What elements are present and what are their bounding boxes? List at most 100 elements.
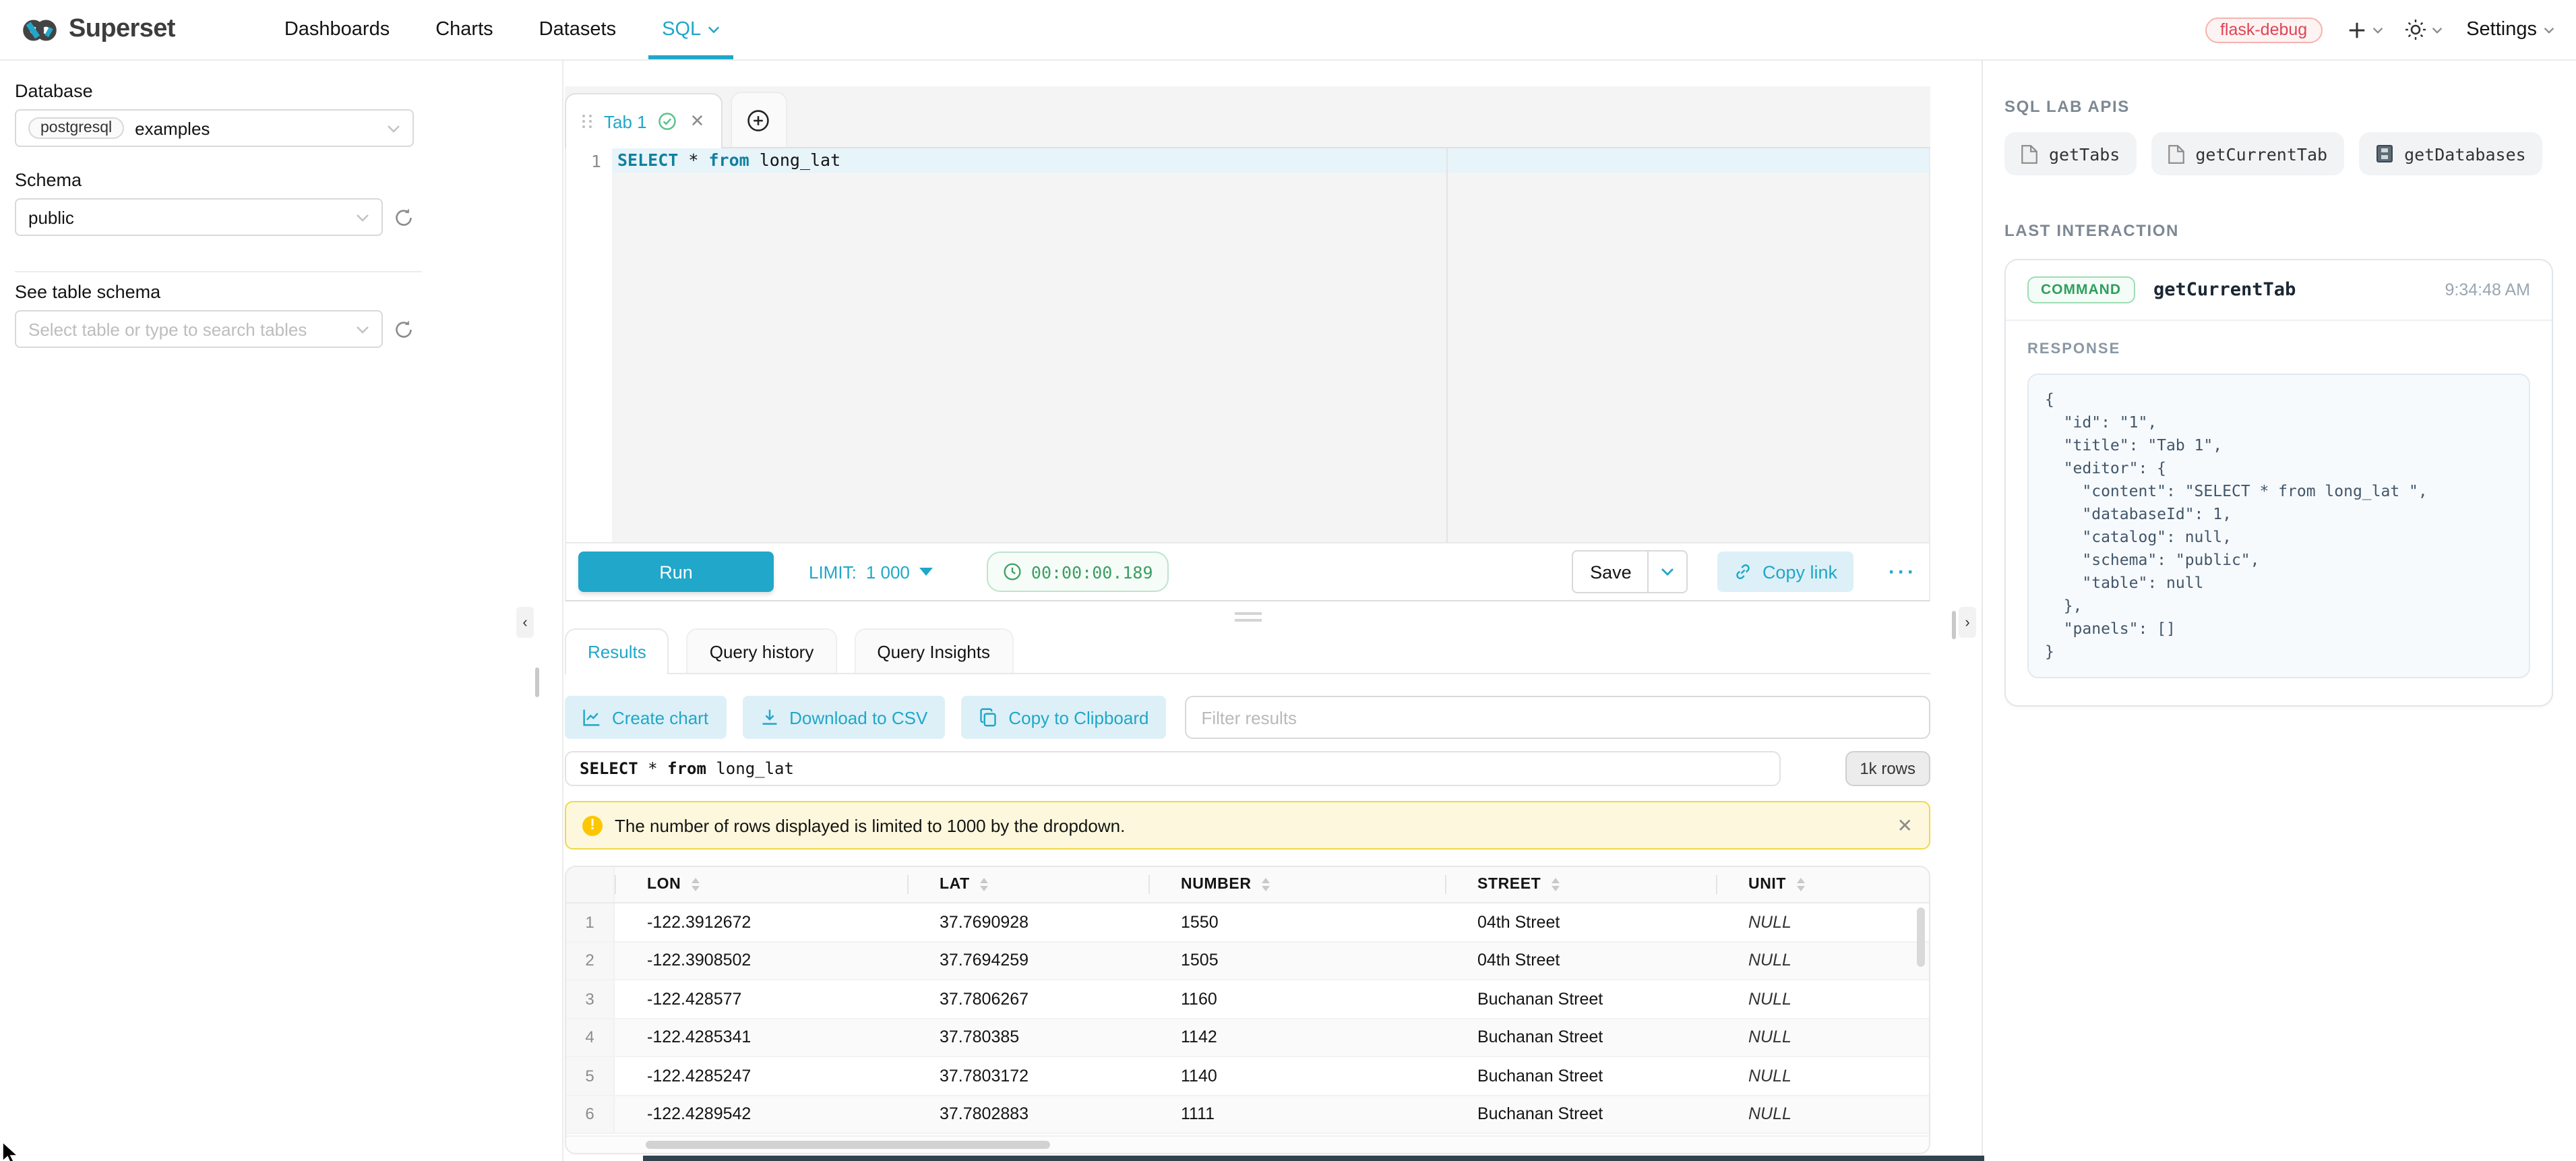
superset-sql-lab: Superset Dashboards Charts Datasets SQL … — [0, 0, 2576, 1161]
warning-icon: ! — [582, 815, 603, 835]
column-header-unit[interactable]: UNIT — [1716, 867, 1929, 902]
chevron-down-icon — [356, 212, 369, 222]
executed-sql: SELECT * from long_lat — [565, 751, 1781, 786]
limit-dropdown[interactable]: LIMIT: 1 000 — [809, 562, 933, 582]
elapsed-timer: 00:00:00.189 — [987, 552, 1169, 592]
row-index: 1 — [566, 903, 615, 941]
schema-value: public — [28, 207, 356, 227]
row-index: 5 — [566, 1057, 615, 1094]
sql-statement: SELECT * from long_lat — [617, 150, 840, 171]
table-cell: -122.4289542 — [615, 1096, 907, 1133]
editor-tabbar: Tab 1 ✕ — [565, 86, 1930, 148]
copy-to-clipboard-button[interactable]: Copy to Clipboard — [961, 696, 1166, 739]
column-header-lon[interactable]: LON — [615, 867, 907, 902]
sort-icon[interactable] — [1262, 878, 1270, 891]
tab-query-history[interactable]: Query history — [687, 628, 837, 673]
nav-datasets[interactable]: Datasets — [516, 0, 639, 59]
table-select[interactable]: Select table or type to search tables — [15, 310, 383, 348]
nav-charts[interactable]: Charts — [412, 0, 516, 59]
sidebar-scrollbar[interactable] — [535, 667, 539, 697]
get-databases-button[interactable]: getDatabases — [2358, 132, 2542, 175]
chevron-down-icon — [387, 123, 400, 133]
get-current-tab-button[interactable]: getCurrentTab — [2151, 132, 2343, 175]
column-header-street[interactable]: STREET — [1445, 867, 1716, 902]
table-row: 2-122.390850237.7694259150504th StreetNU… — [566, 942, 1929, 980]
sort-icon[interactable] — [1552, 878, 1560, 891]
row-limit-warning: ! The number of rows displayed is limite… — [565, 801, 1930, 850]
database-engine-tag: postgresql — [28, 117, 124, 139]
table-header-row: LONLATNUMBERSTREETUNIT — [566, 867, 1929, 903]
table-row: 4-122.428534137.7803851142Buchanan Stree… — [566, 1019, 1929, 1057]
pane-resize-handle[interactable] — [565, 601, 1930, 628]
create-chart-button[interactable]: Create chart — [565, 696, 726, 739]
table-cell: 04th Street — [1445, 903, 1716, 941]
plus-circle-icon — [747, 109, 770, 131]
close-warning-icon[interactable]: ✕ — [1897, 814, 1913, 837]
table-cell: 37.780385 — [907, 1019, 1148, 1056]
column-header-lat[interactable]: LAT — [907, 867, 1148, 902]
table-cell: -122.428577 — [615, 980, 907, 1017]
chevron-down-icon — [2544, 26, 2554, 33]
horizontal-scrollbar[interactable] — [566, 1135, 1929, 1153]
superset-logo[interactable]: Superset — [22, 0, 175, 59]
sort-icon[interactable] — [692, 878, 700, 891]
add-tab-button[interactable] — [730, 92, 787, 147]
run-button[interactable]: Run — [578, 552, 774, 592]
environment-badge: flask-debug — [2205, 17, 2322, 42]
copy-icon — [979, 708, 998, 727]
collapse-sidebar-handle[interactable]: ‹ — [516, 607, 534, 638]
sort-icon[interactable] — [981, 878, 989, 891]
navbar: Superset Dashboards Charts Datasets SQL … — [0, 0, 2576, 61]
elapsed-value: 00:00:00.189 — [1031, 562, 1153, 582]
last-interaction-title: LAST INTERACTION — [2004, 221, 2553, 240]
panel-scrollbar[interactable] — [1952, 611, 1956, 639]
table-cell: 1111 — [1148, 1096, 1445, 1133]
chevron-down-icon — [2431, 26, 2442, 33]
settings-menu[interactable]: Settings — [2466, 19, 2554, 40]
editor-gutter: 1 — [566, 148, 612, 542]
table-cell: 1140 — [1148, 1057, 1445, 1094]
refresh-tables-icon[interactable] — [394, 319, 414, 339]
more-actions-button[interactable]: ··· — [1889, 560, 1917, 583]
chevron-down-icon — [356, 324, 369, 334]
clock-icon — [1003, 562, 1022, 581]
editor-tab-1[interactable]: Tab 1 ✕ — [565, 93, 722, 148]
database-select[interactable]: postgresql examples — [15, 109, 414, 147]
collapse-api-panel-handle[interactable]: › — [1959, 607, 1976, 638]
sort-icon[interactable] — [1797, 878, 1805, 891]
horizontal-scrollbar-thumb[interactable] — [646, 1141, 1050, 1149]
table-cell: NULL — [1716, 980, 1929, 1017]
schema-select[interactable]: public — [15, 198, 383, 236]
tab-results[interactable]: Results — [565, 628, 669, 673]
table-cell: Buchanan Street — [1445, 1057, 1716, 1094]
results-tabbar: Results Query history Query Insights — [565, 628, 1930, 674]
new-dropdown[interactable] — [2346, 20, 2383, 40]
save-button[interactable]: Save — [1574, 552, 1648, 592]
nav-sql[interactable]: SQL — [639, 0, 743, 59]
table-body: 1-122.391267237.7690928155004th StreetNU… — [566, 903, 1929, 1134]
vertical-scrollbar-thumb[interactable] — [1917, 907, 1925, 967]
close-tab-icon[interactable]: ✕ — [690, 111, 705, 132]
drag-handle-icon[interactable] — [582, 115, 593, 128]
save-options-button[interactable] — [1648, 552, 1687, 592]
copy-link-button[interactable]: Copy link — [1718, 552, 1853, 592]
download-csv-button[interactable]: Download to CSV — [742, 696, 945, 739]
theme-dropdown[interactable] — [2404, 19, 2442, 40]
database-value: examples — [135, 118, 387, 138]
filter-results-input[interactable] — [1185, 696, 1930, 739]
column-header-number[interactable]: NUMBER — [1148, 867, 1445, 902]
table-cell: 04th Street — [1445, 942, 1716, 979]
editor-tab-title: Tab 1 — [604, 111, 647, 131]
table-cell: 1550 — [1148, 903, 1445, 941]
tab-query-insights[interactable]: Query Insights — [854, 628, 1013, 673]
refresh-schemas-icon[interactable] — [394, 207, 414, 227]
nav-dashboards[interactable]: Dashboards — [262, 0, 412, 59]
chevron-down-icon — [1661, 568, 1675, 576]
table-cell: 37.7694259 — [907, 942, 1148, 979]
plus-icon — [2346, 20, 2366, 40]
print-margin-line — [1446, 148, 1448, 542]
table-cell: Buchanan Street — [1445, 1096, 1716, 1133]
sql-code-editor[interactable]: 1 SELECT * from long_lat — [565, 148, 1930, 542]
row-index: 2 — [566, 942, 615, 979]
get-tabs-button[interactable]: getTabs — [2004, 132, 2136, 175]
